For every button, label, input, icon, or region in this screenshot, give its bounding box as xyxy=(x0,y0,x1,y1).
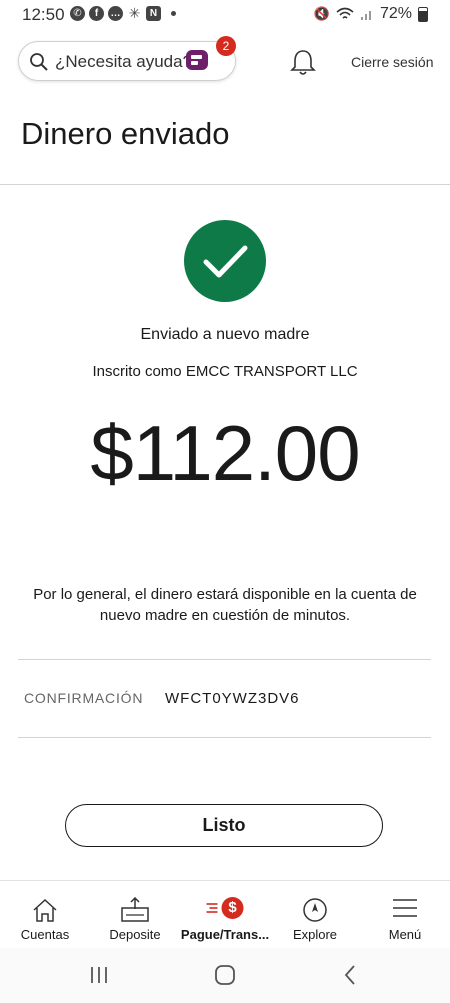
divider xyxy=(0,184,450,185)
tab-label: Menú xyxy=(388,927,422,942)
facebook-icon: f xyxy=(89,6,104,21)
confirmation-label: CONFIRMACIÓN xyxy=(24,690,144,706)
system-navigation-bar xyxy=(0,948,450,1003)
tab-label: Explore xyxy=(292,927,338,942)
wifi-icon xyxy=(336,7,354,19)
dollar-icon: $ xyxy=(221,897,244,919)
deposit-icon xyxy=(121,897,149,922)
amount-sent: $112.00 xyxy=(90,409,360,497)
confirmation-code: WFCT0YWZ3DV6 xyxy=(165,690,300,707)
chat-icon: … xyxy=(108,6,123,21)
assistant-icon[interactable] xyxy=(184,46,212,74)
done-button[interactable]: Listo xyxy=(65,804,383,847)
mute-icon: 🔇 xyxy=(313,6,330,21)
signal-icon xyxy=(360,11,371,20)
hamburger-icon xyxy=(393,899,417,917)
app-header: ¿Necesita ayuda? 2 Cierre sesión xyxy=(0,36,450,88)
app-notification-icon: N xyxy=(146,6,161,21)
page-title: Dinero enviado xyxy=(21,116,230,151)
divider xyxy=(18,737,431,738)
transfer-icon: $ xyxy=(206,897,244,919)
tab-label: Deposite xyxy=(109,927,161,942)
tab-menu[interactable]: Menú xyxy=(360,881,450,949)
back-icon[interactable] xyxy=(342,964,358,986)
search-icon xyxy=(30,53,48,71)
tab-label: Cuentas xyxy=(20,927,70,942)
search-placeholder: ¿Necesita ayuda? xyxy=(55,52,193,71)
availability-note: Por lo general, el dinero estará disponi… xyxy=(33,586,417,624)
success-check-icon xyxy=(184,220,266,302)
system-status: 🔇 72% xyxy=(314,5,428,23)
tab-explore[interactable]: Explore xyxy=(270,881,360,949)
status-time: 12:50 xyxy=(22,5,65,24)
divider xyxy=(18,659,431,660)
status-bar: 12:50 ✆ f … ✳ N 🔇 72% xyxy=(0,0,450,32)
sign-out-link[interactable]: Cierre sesión xyxy=(351,54,433,70)
assistant-badge: 2 xyxy=(216,36,236,56)
home-icon xyxy=(33,898,57,922)
walmart-icon: ✳ xyxy=(128,5,141,21)
tab-pay-transfer[interactable]: $ Pague/Trans... xyxy=(180,881,270,949)
bottom-tab-bar: Cuentas Deposite $ Pague/Trans... Explor… xyxy=(0,880,450,949)
recent-apps-icon[interactable] xyxy=(88,964,110,986)
enrolled-as-text: Inscrito como EMCC TRANSPORT LLC xyxy=(92,363,358,380)
tab-label: Pague/Trans... xyxy=(180,927,270,942)
tab-deposit[interactable]: Deposite xyxy=(90,881,180,949)
whatsapp-icon: ✆ xyxy=(70,6,85,21)
recipient-text: Enviado a nuevo madre xyxy=(140,326,310,343)
home-button-icon[interactable] xyxy=(213,964,237,986)
bell-icon[interactable] xyxy=(290,48,316,76)
compass-icon xyxy=(303,898,327,922)
tab-accounts[interactable]: Cuentas xyxy=(0,881,90,949)
battery-icon xyxy=(418,6,428,22)
notification-icons: ✆ f … ✳ N xyxy=(70,6,176,21)
more-notifications-dot xyxy=(171,11,176,16)
speed-lines-icon xyxy=(206,903,218,913)
battery-percent: 72% xyxy=(379,5,412,22)
